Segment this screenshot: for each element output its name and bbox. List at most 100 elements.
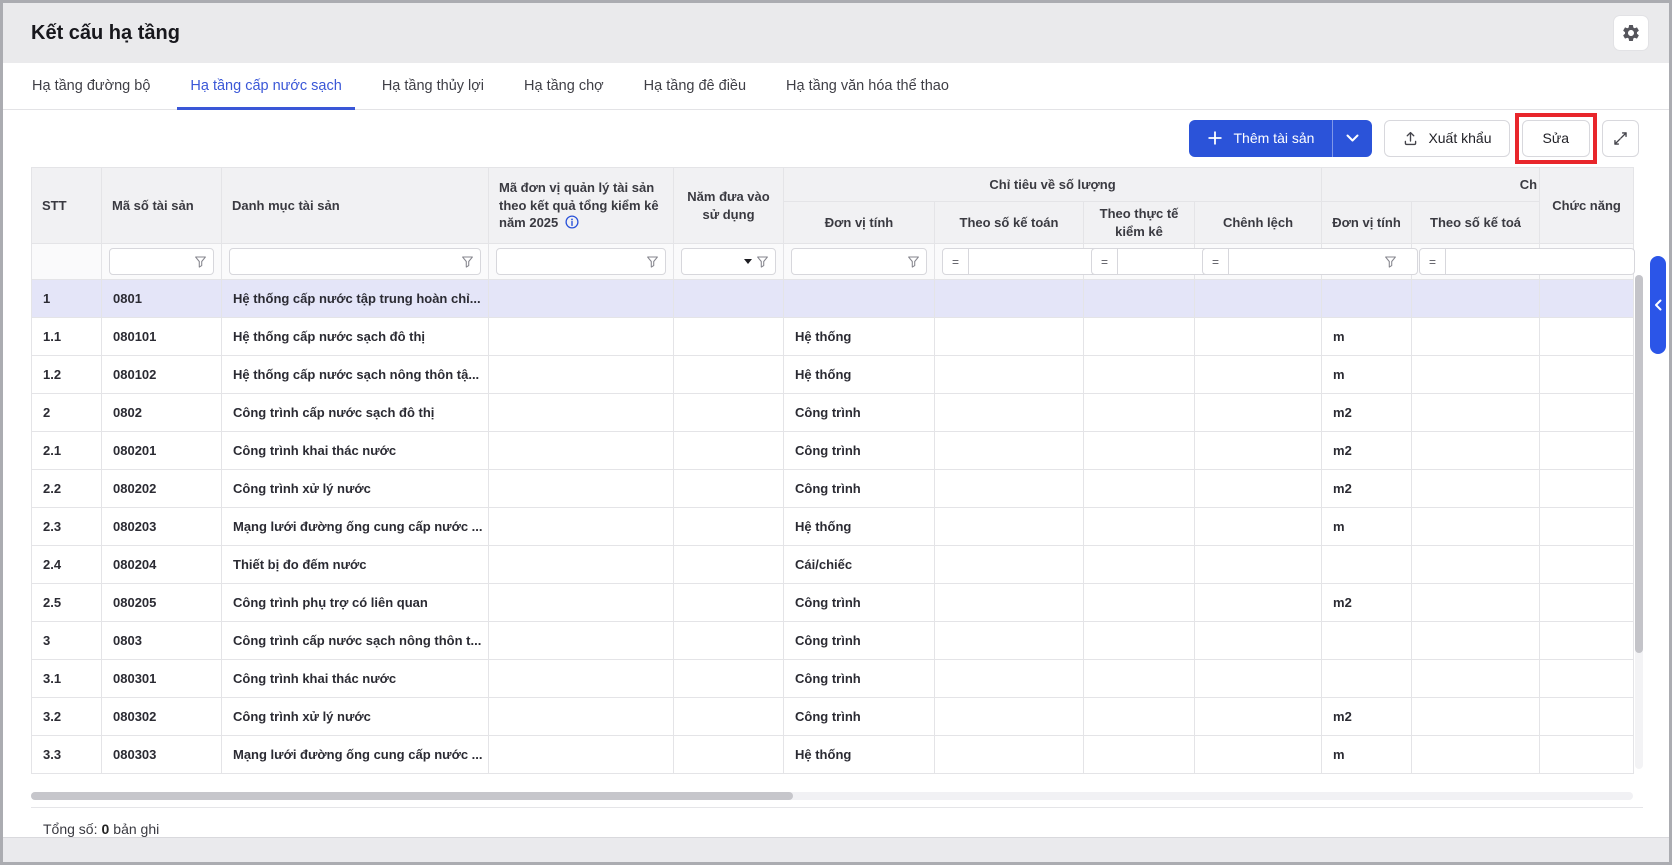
cell-by-accounting-2[interactable] [1412,394,1540,432]
cell-mgmt-unit-code[interactable] [489,698,674,736]
cell-unit-2[interactable] [1322,546,1412,584]
filter-asset-category-input[interactable] [236,254,457,269]
cell-stt[interactable]: 2.3 [32,508,102,546]
cell-asset-code[interactable]: 080204 [102,546,222,584]
cell-unit[interactable]: Công trình [784,660,935,698]
cell-actions[interactable] [1540,470,1634,508]
cell-by-actual-inventory[interactable] [1084,356,1195,394]
cell-mgmt-unit-code[interactable] [489,280,674,318]
table-row[interactable]: 3.1 080301 Công trình khai thác nước Côn… [32,660,1634,698]
filter-unit-2-input[interactable] [1336,254,1380,269]
cell-by-accounting-2[interactable] [1412,432,1540,470]
cell-difference[interactable] [1195,584,1322,622]
cell-unit[interactable]: Công trình [784,470,935,508]
cell-unit[interactable] [784,280,935,318]
cell-asset-category[interactable]: Công trình cấp nước sạch đô thị [222,394,489,432]
cell-mgmt-unit-code[interactable] [489,660,674,698]
cell-asset-code[interactable]: 080102 [102,356,222,394]
table-row[interactable]: 3 0803 Công trình cấp nước sạch nông thô… [32,622,1634,660]
cell-by-actual-inventory[interactable] [1084,508,1195,546]
cell-mgmt-unit-code[interactable] [489,318,674,356]
cell-actions[interactable] [1540,508,1634,546]
filter-year-select[interactable] [688,254,740,269]
table-row[interactable]: 2.4 080204 Thiết bị đo đếm nước Cái/chiế… [32,546,1634,584]
vertical-scrollbar-thumb[interactable] [1635,275,1643,653]
cell-by-accounting-2[interactable] [1412,584,1540,622]
cell-by-accounting-2[interactable] [1412,280,1540,318]
filter-asset-code-input[interactable] [116,254,190,269]
cell-by-accounting[interactable] [935,394,1084,432]
cell-year-in-use[interactable] [674,622,784,660]
cell-year-in-use[interactable] [674,356,784,394]
cell-by-actual-inventory[interactable] [1084,584,1195,622]
cell-year-in-use[interactable] [674,736,784,774]
cell-by-accounting[interactable] [935,280,1084,318]
cell-by-actual-inventory[interactable] [1084,622,1195,660]
cell-asset-category[interactable]: Mạng lưới đường ống cung cấp nước ... [222,508,489,546]
cell-asset-category[interactable]: Thiết bị đo đếm nước [222,546,489,584]
settings-button[interactable] [1613,15,1649,51]
cell-by-accounting[interactable] [935,622,1084,660]
cell-by-accounting[interactable] [935,736,1084,774]
fullscreen-button[interactable] [1602,120,1639,157]
cell-year-in-use[interactable] [674,280,784,318]
cell-mgmt-unit-code[interactable] [489,394,674,432]
cell-difference[interactable] [1195,660,1322,698]
cell-actions[interactable] [1540,280,1634,318]
cell-unit[interactable]: Hệ thống [784,318,935,356]
filter-funnel-icon[interactable] [461,255,474,268]
cell-unit-2[interactable]: m [1322,318,1412,356]
cell-by-accounting[interactable] [935,470,1084,508]
cell-asset-category[interactable]: Công trình xử lý nước [222,470,489,508]
cell-by-actual-inventory[interactable] [1084,432,1195,470]
table-row[interactable]: 1.2 080102 Hệ thống cấp nước sạch nông t… [32,356,1634,394]
cell-unit-2[interactable]: m2 [1322,432,1412,470]
cell-unit-2[interactable]: m [1322,736,1412,774]
cell-unit-2[interactable]: m2 [1322,394,1412,432]
cell-unit-2[interactable]: m [1322,356,1412,394]
cell-by-accounting[interactable] [935,318,1084,356]
cell-mgmt-unit-code[interactable] [489,736,674,774]
cell-actions[interactable] [1540,394,1634,432]
cell-by-accounting-2[interactable] [1412,622,1540,660]
cell-asset-category[interactable]: Công trình cấp nước sạch nông thôn t... [222,622,489,660]
cell-asset-code[interactable]: 080101 [102,318,222,356]
cell-by-accounting-2[interactable] [1412,698,1540,736]
side-panel-toggle[interactable] [1650,256,1666,354]
cell-difference[interactable] [1195,318,1322,356]
cell-year-in-use[interactable] [674,698,784,736]
cell-by-actual-inventory[interactable] [1084,546,1195,584]
cell-asset-code[interactable]: 080303 [102,736,222,774]
cell-by-accounting-2[interactable] [1412,660,1540,698]
cell-asset-code[interactable]: 080205 [102,584,222,622]
cell-by-accounting[interactable] [935,698,1084,736]
cell-asset-category[interactable]: Công trình khai thác nước [222,660,489,698]
filter-mgmt-unit-code-input[interactable] [503,254,642,269]
cell-difference[interactable] [1195,736,1322,774]
cell-stt[interactable]: 1.2 [32,356,102,394]
export-button[interactable]: Xuất khẩu [1384,120,1509,157]
cell-unit[interactable]: Cái/chiếc [784,546,935,584]
cell-by-actual-inventory[interactable] [1084,698,1195,736]
filter-funnel-icon[interactable] [1384,255,1397,268]
cell-year-in-use[interactable] [674,546,784,584]
cell-asset-code[interactable]: 080202 [102,470,222,508]
filter-funnel-icon[interactable] [756,255,769,268]
cell-mgmt-unit-code[interactable] [489,622,674,660]
cell-asset-category[interactable]: Hệ thống cấp nước tập trung hoàn chỉ... [222,280,489,318]
cell-year-in-use[interactable] [674,660,784,698]
cell-by-accounting-2[interactable] [1412,546,1540,584]
cell-asset-category[interactable]: Công trình khai thác nước [222,432,489,470]
cell-difference[interactable] [1195,280,1322,318]
cell-unit-2[interactable]: m2 [1322,584,1412,622]
cell-by-accounting-2[interactable] [1412,318,1540,356]
cell-by-actual-inventory[interactable] [1084,660,1195,698]
table-row[interactable]: 2 0802 Công trình cấp nước sạch đô thị C… [32,394,1634,432]
table-row[interactable]: 3.2 080302 Công trình xử lý nước Công tr… [32,698,1634,736]
cell-unit[interactable]: Công trình [784,622,935,660]
cell-stt[interactable]: 1 [32,280,102,318]
cell-by-actual-inventory[interactable] [1084,280,1195,318]
filter-funnel-icon[interactable] [646,255,659,268]
cell-by-accounting-2[interactable] [1412,356,1540,394]
cell-asset-code[interactable]: 080302 [102,698,222,736]
